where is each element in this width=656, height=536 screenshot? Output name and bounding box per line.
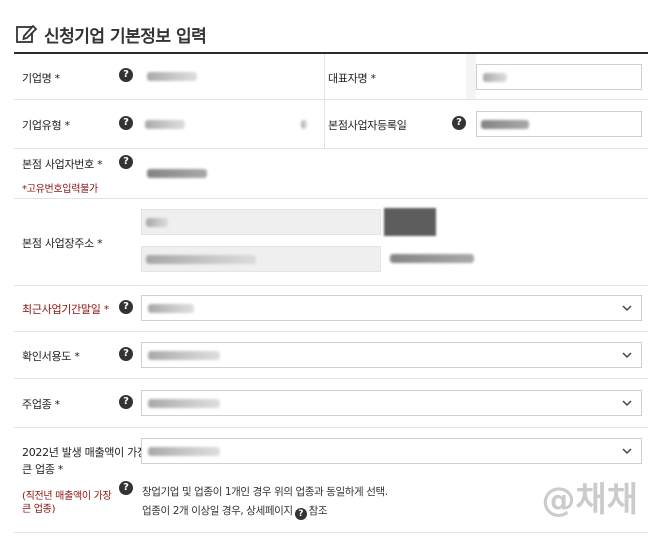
previous-year-note-line2: 큰 업종) [22, 504, 56, 515]
row-recent-period: 최근사업기간말일 * ? [14, 286, 648, 332]
label-largest-sales-industry-line1: 2022년 발생 매출액이 가장 [22, 446, 147, 459]
help-icon[interactable]: ? [119, 116, 133, 130]
company-name-input[interactable] [141, 64, 321, 90]
row-hq-address: 본점 사업장주소 * [14, 199, 648, 286]
help-icon[interactable]: ? [119, 347, 133, 361]
hq-business-number-input[interactable] [141, 160, 321, 186]
help-icon[interactable]: ? [119, 68, 133, 82]
recent-period-select[interactable] [141, 295, 642, 321]
unique-number-warning: *고유번호입력불가 [22, 184, 98, 195]
representative-input[interactable] [476, 64, 642, 90]
page-title: 신청기업 기본정보 입력 [44, 26, 207, 47]
label-main-industry: 주업종 * [22, 398, 60, 411]
postal-code-input[interactable] [141, 209, 381, 235]
hq-registration-date-input[interactable] [476, 111, 642, 137]
chevron-down-icon [622, 448, 632, 455]
detail-page-help-icon[interactable]: ? [294, 508, 307, 520]
watermark: @채채 [541, 480, 638, 520]
label-purpose: 확인서용도 * [22, 350, 80, 363]
label-representative: 대표자명 * [328, 72, 376, 85]
label-recent-period: 최근사업기간말일 * [22, 303, 109, 316]
row-company-name: 기업명 * ? 대표자명 * [14, 54, 648, 100]
section-title-row: 신청기업 기본정보 입력 [14, 20, 207, 48]
main-industry-select[interactable] [141, 390, 642, 416]
help-icon[interactable]: ? [119, 300, 133, 314]
edit-icon [16, 24, 38, 43]
row-main-industry: 주업종 * ? [14, 379, 648, 428]
label-hq-business-number: 본점 사업자번호 * [22, 158, 103, 171]
chevron-down-icon [622, 305, 632, 312]
company-type-input[interactable] [141, 111, 321, 137]
chevron-down-icon [622, 400, 632, 407]
help-icon[interactable]: ? [119, 155, 133, 169]
label-hq-registration-date: 본점사업자등록일 [328, 119, 407, 132]
help-icon[interactable]: ? [119, 395, 133, 409]
address-line2-input[interactable] [384, 246, 624, 272]
largest-sales-industry-select[interactable] [141, 438, 642, 464]
label-largest-sales-industry-line2: 큰 업종 * [22, 463, 64, 476]
address-search-button[interactable] [384, 208, 436, 236]
chevron-down-icon [622, 352, 632, 359]
purpose-select[interactable] [141, 342, 642, 368]
row-purpose: 확인서용도 * ? [14, 332, 648, 379]
label-hq-address: 본점 사업장주소 * [22, 237, 103, 250]
label-company-type: 기업유형 * [22, 119, 70, 132]
help-icon[interactable]: ? [119, 481, 133, 495]
row-company-type: 기업유형 * ? 본점사업자등록일 ? [14, 100, 648, 149]
label-company-name: 기업명 * [22, 72, 60, 85]
industry-note-line1: 창업기업 및 업종이 1개인 경우 위의 업종과 동일하게 선택. [142, 486, 388, 498]
help-icon[interactable]: ? [452, 116, 466, 130]
industry-note-line2: 업종이 2개 이상일 경우, 상세페이지? 참조 [142, 505, 328, 520]
address-line1-input[interactable] [141, 246, 381, 272]
row-hq-business-number: 본점 사업자번호 * ? *고유번호입력불가 [14, 149, 648, 199]
